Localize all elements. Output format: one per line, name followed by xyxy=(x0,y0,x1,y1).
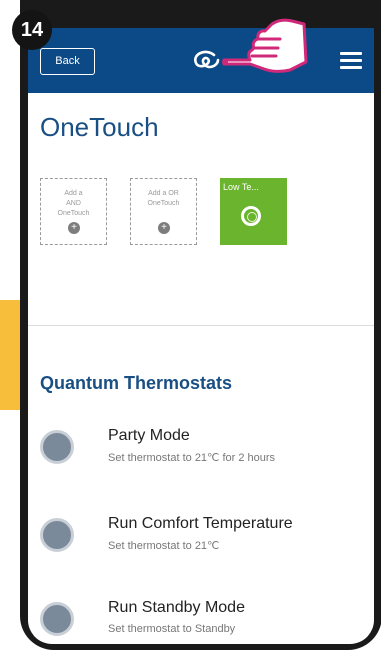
plus-icon: + xyxy=(68,222,80,234)
app-screen: Back OneTouch Add a AND OneTouch + Add a… xyxy=(28,28,374,644)
action-name: Party Mode xyxy=(108,427,190,444)
tap-hand-icon xyxy=(222,18,308,73)
add-and-onetouch-tile[interactable]: Add a AND OneTouch + xyxy=(40,178,107,245)
action-name: Run Standby Mode xyxy=(108,599,245,616)
tile-label: Add a OR OneTouch xyxy=(147,190,180,207)
action-circle-icon xyxy=(40,430,74,464)
action-name: Run Comfort Temperature xyxy=(108,515,293,532)
add-or-onetouch-tile[interactable]: Add a OR OneTouch + xyxy=(130,178,197,245)
hamburger-menu-icon[interactable] xyxy=(340,52,362,70)
page-title: OneTouch xyxy=(40,112,159,142)
plus-icon: + xyxy=(158,222,170,234)
action-item-run-comfort[interactable]: Run Comfort Temperature Set thermostat t… xyxy=(40,515,370,570)
onetouch-scene-tile[interactable]: Low Te... xyxy=(220,178,287,245)
step-badge: 14 xyxy=(12,10,52,50)
divider xyxy=(28,325,374,326)
tile-label: Low Te... xyxy=(223,182,259,192)
power-ring-icon xyxy=(241,206,261,226)
section-title: Quantum Thermostats xyxy=(40,373,233,393)
action-description: Set thermostat to Standby xyxy=(108,623,236,635)
app-header: Back xyxy=(28,28,374,93)
tile-label: Add a AND OneTouch xyxy=(57,190,90,217)
action-description: Set thermostat to 21℃ xyxy=(108,540,220,552)
back-button[interactable]: Back xyxy=(40,48,95,75)
action-item-run-standby[interactable]: Run Standby Mode Set thermostat to Stand… xyxy=(40,599,370,644)
action-item-party-mode[interactable]: Party Mode Set thermostat to 21℃ for 2 h… xyxy=(40,427,370,482)
action-description: Set thermostat to 21℃ for 2 hours xyxy=(108,452,276,464)
action-circle-icon xyxy=(40,518,74,552)
action-circle-icon xyxy=(40,602,74,636)
logo-icon[interactable] xyxy=(188,50,222,74)
